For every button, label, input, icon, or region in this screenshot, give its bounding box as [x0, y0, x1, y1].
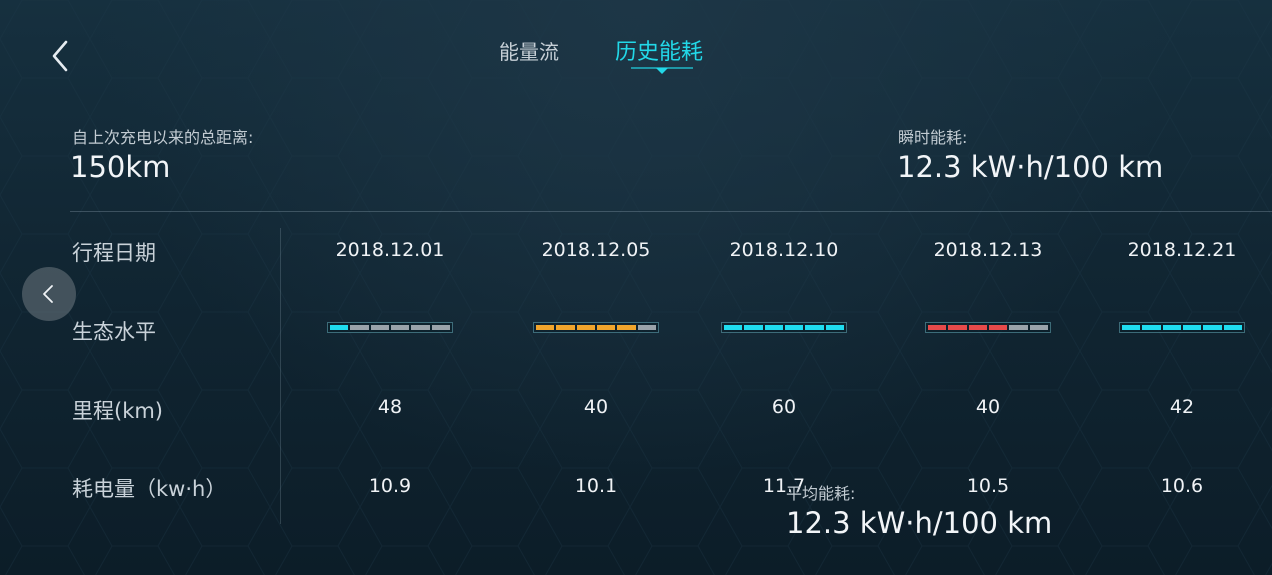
- tab-history-consumption[interactable]: 历史能耗: [615, 34, 703, 66]
- trip-mileage: 60: [771, 396, 797, 418]
- eco-level-segment: [1162, 325, 1181, 330]
- column-divider: [280, 228, 281, 524]
- eco-level-segment: [928, 325, 947, 330]
- trip-consumption: 10.1: [574, 475, 618, 497]
- eco-level-segment: [390, 325, 410, 330]
- eco-level-segment: [988, 325, 1008, 330]
- eco-level-segment: [1142, 325, 1161, 330]
- trip-consumption: 10.5: [966, 475, 1010, 497]
- eco-level-segment: [744, 325, 763, 330]
- eco-level-segment: [411, 325, 430, 330]
- active-tab-indicator: [631, 67, 693, 74]
- eco-level-bar: [327, 322, 453, 333]
- eco-level-bar: [925, 322, 1051, 333]
- eco-level-segment: [1009, 325, 1028, 330]
- eco-level-segment: [596, 325, 616, 330]
- eco-level-bar: [1119, 322, 1245, 333]
- eco-level-segment: [1122, 325, 1141, 330]
- eco-level-bar: [721, 322, 847, 333]
- trip-date: 2018.12.05: [541, 239, 651, 261]
- eco-level-segment: [350, 325, 369, 330]
- eco-level-bar: [533, 322, 659, 333]
- trip-mileage: 40: [583, 396, 609, 418]
- eco-level-segment: [805, 325, 824, 330]
- eco-level-segment: [576, 325, 595, 330]
- instant-consumption-value: 12.3 kW·h/100 km: [897, 150, 1164, 184]
- chevron-left-icon: [43, 285, 53, 303]
- eco-level-segment: [968, 325, 987, 330]
- eco-level-segment: [370, 325, 389, 330]
- trip-consumption: 10.6: [1160, 475, 1204, 497]
- eco-level-segment: [724, 325, 743, 330]
- trip-mileage: 40: [975, 396, 1001, 418]
- eco-level-segment: [764, 325, 783, 330]
- previous-page-button[interactable]: [22, 267, 76, 321]
- row-label-mileage: 里程(km): [72, 399, 164, 423]
- eco-level-segment: [1182, 325, 1202, 330]
- trip-mileage: 48: [377, 396, 403, 418]
- eco-level-segment: [825, 325, 844, 330]
- row-label-date: 行程日期: [72, 241, 156, 265]
- trip-date: 2018.12.13: [933, 239, 1043, 261]
- average-consumption-label: 平均能耗:: [786, 484, 856, 503]
- trip-date: 2018.12.21: [1127, 239, 1237, 261]
- trip-date: 2018.12.10: [729, 239, 839, 261]
- eco-level-segment: [617, 325, 636, 330]
- header-divider: [70, 211, 1272, 212]
- total-distance-value: 150km: [70, 150, 171, 184]
- eco-level-segment: [1203, 325, 1222, 330]
- tab-bar: 能量流 历史能耗: [0, 32, 1272, 80]
- row-label-eco: 生态水平: [72, 320, 156, 344]
- eco-level-segment: [948, 325, 967, 330]
- total-distance-label: 自上次充电以来的总距离:: [72, 128, 254, 147]
- trip-date: 2018.12.01: [335, 239, 445, 261]
- tab-energy-flow[interactable]: 能量流: [499, 36, 559, 65]
- eco-level-segment: [1029, 325, 1048, 330]
- eco-level-segment: [637, 325, 656, 330]
- eco-level-segment: [784, 325, 804, 330]
- eco-level-segment: [536, 325, 555, 330]
- eco-level-segment: [1223, 325, 1242, 330]
- eco-level-segment: [330, 325, 349, 330]
- instant-consumption-label: 瞬时能耗:: [898, 128, 968, 147]
- row-label-consumption: 耗电量（kw·h）: [72, 477, 227, 501]
- average-consumption-value: 12.3 kW·h/100 km: [786, 506, 1053, 540]
- eco-level-segment: [556, 325, 575, 330]
- trip-mileage: 42: [1169, 396, 1195, 418]
- eco-level-segment: [431, 325, 450, 330]
- trip-consumption: 10.9: [368, 475, 412, 497]
